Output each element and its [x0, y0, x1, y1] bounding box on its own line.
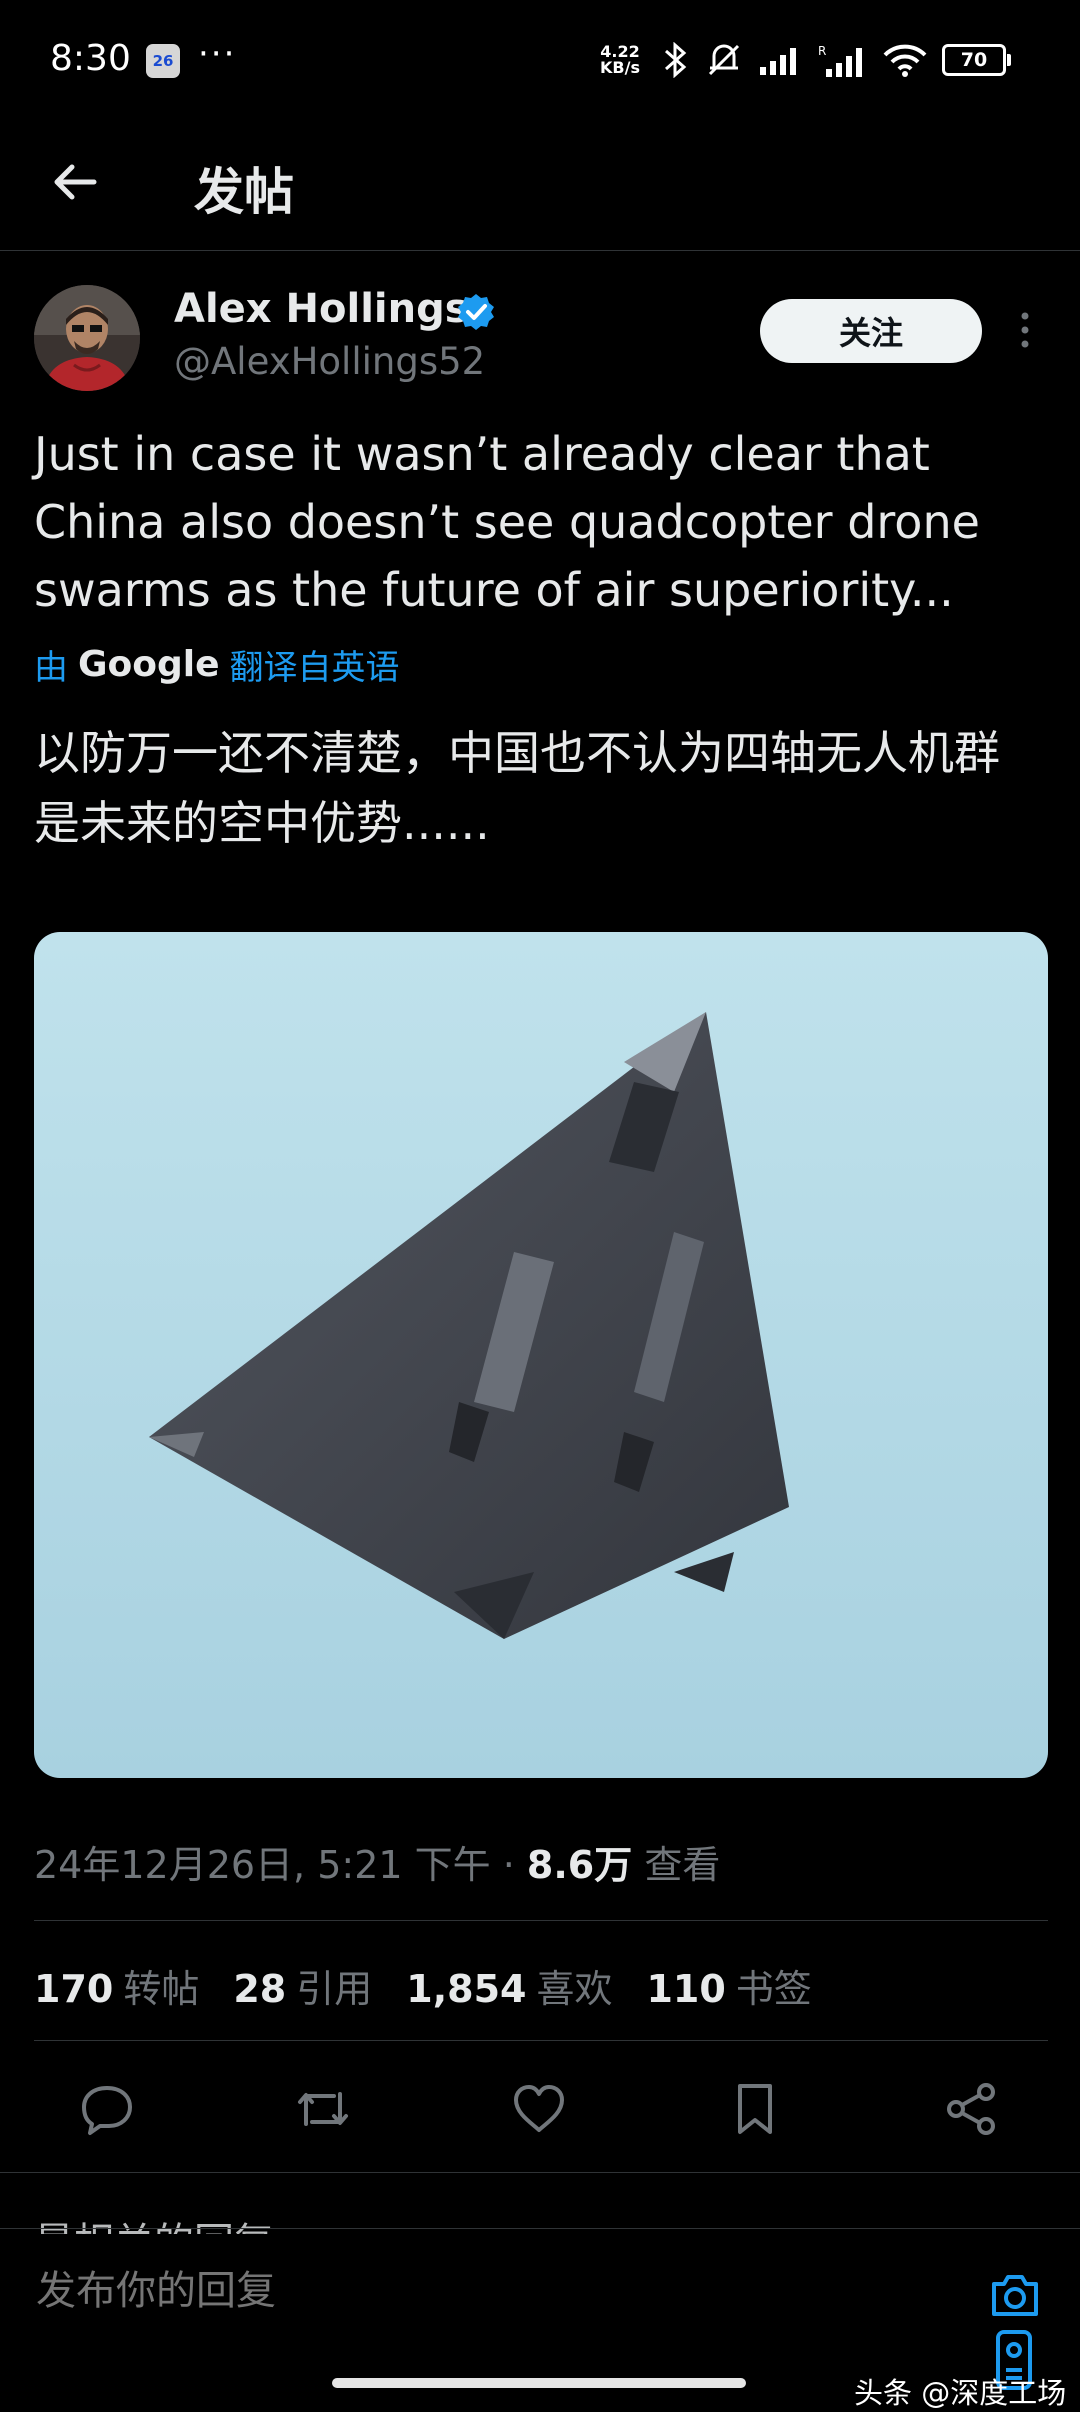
stat-quotes-value: 28: [233, 1967, 287, 2011]
reply-divider: [0, 2228, 1080, 2229]
google-logo: Google: [78, 644, 220, 685]
header-divider: [0, 250, 1080, 251]
stat-bookmarks-value: 110: [646, 1967, 726, 2011]
share-icon: [947, 2083, 995, 2135]
translate-prefix: 由: [34, 648, 68, 688]
reply-button[interactable]: [72, 2074, 142, 2144]
network-speed-unit: KB/s: [600, 58, 640, 77]
replies-heading: 最相关的回复: [34, 2210, 274, 2234]
stat-quotes[interactable]: 28 引用: [233, 1958, 372, 2013]
retweet-icon: [298, 2092, 348, 2126]
tweet-date: 24年12月26日, 5:21 下午 ·: [34, 1843, 515, 1887]
actions-divider: [0, 2172, 1080, 2173]
translate-suffix: 翻译自英语: [229, 648, 400, 688]
stat-likes-label: 喜欢: [536, 1967, 613, 2011]
verified-badge-icon: [458, 294, 494, 330]
stat-likes-value: 1,854: [406, 1967, 527, 2011]
author-name[interactable]: Alex Hollings: [174, 286, 469, 332]
calendar-badge: 26: [146, 44, 180, 78]
stat-reposts-label: 转帖: [123, 1967, 200, 2011]
bookmark-icon: [738, 2084, 772, 2134]
aircraft-photo: [34, 932, 1048, 1778]
engagement-stats: 170 转帖 28 引用 1,854 喜欢 110 书签: [34, 1958, 812, 2013]
notification-more-icon: ···: [198, 34, 237, 74]
stat-reposts-value: 170: [34, 1967, 114, 2011]
avatar[interactable]: [34, 285, 140, 391]
bookmark-button[interactable]: [720, 2074, 790, 2144]
stat-reposts[interactable]: 170 转帖: [34, 1958, 199, 2013]
translated-text: 以防万一还不清楚，中国也不认为四轴无人机群是未来的空中优势......: [34, 726, 1000, 850]
battery-icon: 70: [942, 44, 1011, 76]
signal-icon: [760, 48, 796, 75]
tweet-text: Just in case it wasn’t already clear tha…: [34, 427, 980, 617]
mute-icon: [708, 44, 740, 76]
bluetooth-icon: [665, 42, 687, 78]
stat-bookmarks-label: 书签: [735, 1967, 812, 2011]
tweet-image[interactable]: [34, 932, 1048, 1778]
svg-text:R: R: [818, 44, 826, 58]
reply-icon: [82, 2086, 132, 2135]
wifi-icon: [883, 44, 927, 77]
like-icon: [514, 2085, 564, 2132]
author-handle[interactable]: @AlexHollings52: [174, 340, 485, 383]
camera-icon[interactable]: [988, 2268, 1042, 2322]
tweet-timestamp: 24年12月26日, 5:21 下午 · 8.6万 查看: [34, 1834, 720, 1889]
signal-roaming-icon: R: [818, 44, 862, 77]
watermark-text: 头条 @深度工场: [854, 2376, 1067, 2410]
home-indicator[interactable]: [332, 2378, 746, 2388]
share-button[interactable]: [936, 2074, 1006, 2144]
battery-level: 70: [960, 49, 988, 71]
back-arrow-icon[interactable]: [46, 152, 106, 212]
network-speed: 4.22 KB/s: [600, 44, 640, 76]
stat-quotes-label: 引用: [296, 1967, 373, 2011]
translation-attribution[interactable]: 由 Google 翻译自英语: [34, 640, 400, 689]
status-icons: R 70: [660, 42, 1011, 78]
repost-button[interactable]: [288, 2074, 358, 2144]
reply-input[interactable]: [34, 2268, 938, 2315]
status-time: 8:30: [50, 38, 131, 79]
view-count: 8.6万: [526, 1843, 633, 1887]
follow-button[interactable]: 关注: [760, 299, 982, 363]
avatar-image: [34, 285, 140, 391]
more-options-icon[interactable]: [1010, 308, 1040, 352]
stats-divider: [34, 2040, 1048, 2041]
stat-likes[interactable]: 1,854 喜欢: [406, 1958, 612, 2013]
like-button[interactable]: [504, 2074, 574, 2144]
page-title: 发帖: [194, 163, 294, 221]
stat-bookmarks[interactable]: 110 书签: [646, 1958, 811, 2013]
view-label: 查看: [644, 1843, 721, 1887]
meta-divider: [34, 1920, 1048, 1921]
